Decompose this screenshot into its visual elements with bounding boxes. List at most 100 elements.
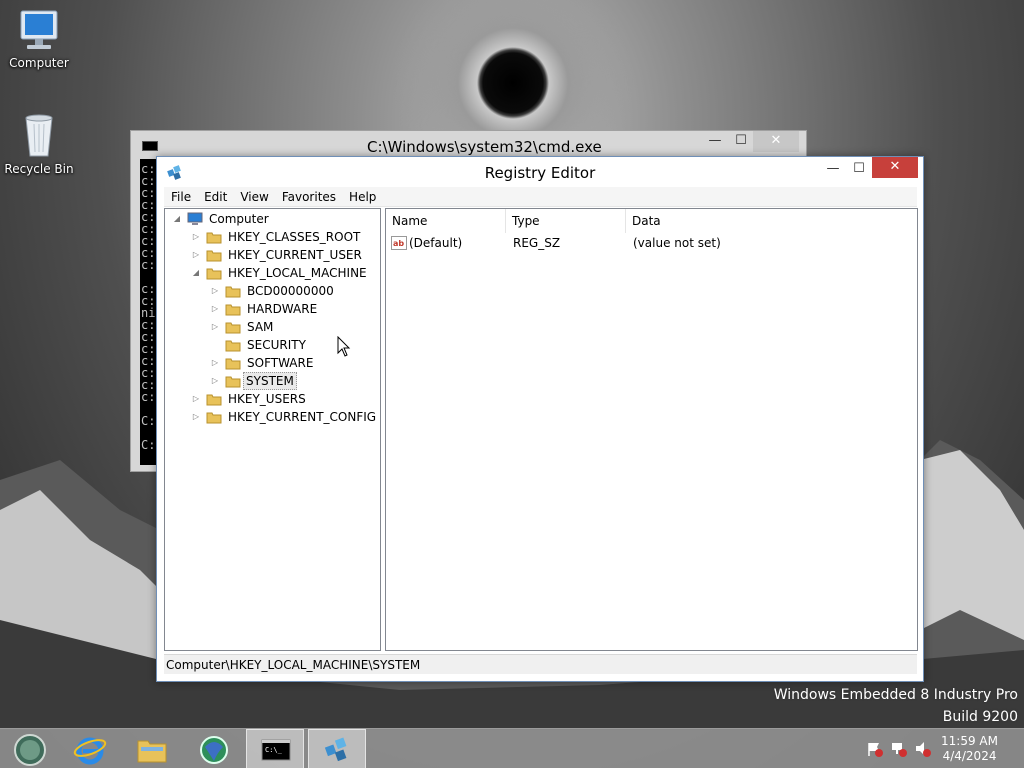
tree-label: BCD00000000 bbox=[247, 284, 334, 298]
tree-node-hkey-classes-root[interactable]: ▷ HKEY_CLASSES_ROOT bbox=[165, 228, 380, 246]
computer-icon bbox=[20, 10, 58, 49]
tree-label: Computer bbox=[209, 212, 269, 226]
column-header-name[interactable]: Name bbox=[386, 209, 506, 233]
expand-toggle[interactable]: ▷ bbox=[191, 228, 201, 246]
expand-toggle[interactable]: ▷ bbox=[191, 390, 201, 408]
clock-time: 11:59 AM bbox=[941, 734, 998, 748]
folder-icon bbox=[225, 304, 241, 316]
menu-file[interactable]: File bbox=[164, 187, 197, 204]
expand-toggle[interactable]: ▷ bbox=[210, 282, 220, 300]
taskbar-registry-editor[interactable] bbox=[308, 729, 366, 768]
expand-toggle[interactable]: ▷ bbox=[191, 408, 201, 426]
expand-toggle[interactable]: ◢ bbox=[191, 264, 201, 282]
tree-node-hkey-current-user[interactable]: ▷ HKEY_CURRENT_USER bbox=[165, 246, 380, 264]
tree-label: HKEY_USERS bbox=[228, 392, 306, 406]
watermark-edition: Windows Embedded 8 Industry Pro bbox=[773, 687, 1018, 703]
tree-label: SECURITY bbox=[247, 338, 306, 352]
svg-text:ab: ab bbox=[393, 239, 404, 248]
tree-node-hkey-current-config[interactable]: ▷ HKEY_CURRENT_CONFIG bbox=[165, 408, 380, 426]
tree-node-hkey-local-machine[interactable]: ◢ HKEY_LOCAL_MACHINE bbox=[165, 264, 380, 282]
folder-icon bbox=[225, 286, 241, 298]
folder-icon bbox=[206, 394, 222, 406]
tree-label: HKEY_CLASSES_ROOT bbox=[228, 230, 361, 244]
expand-toggle[interactable]: ▷ bbox=[210, 354, 220, 372]
menu-favorites[interactable]: Favorites bbox=[275, 187, 342, 204]
expand-toggle[interactable]: ▷ bbox=[210, 300, 220, 318]
tree-label: HKEY_CURRENT_USER bbox=[228, 248, 362, 262]
table-row[interactable]: ab (Default) REG_SZ (value not set) bbox=[390, 234, 916, 252]
expand-toggle[interactable]: ◢ bbox=[172, 210, 182, 228]
registry-tree-pane[interactable]: ◢ Computer ▷ HKEY_CLASSES_ROOT ▷ HKEY_CU… bbox=[164, 208, 381, 651]
folder-icon bbox=[206, 412, 222, 424]
mouse-cursor-icon bbox=[337, 336, 351, 357]
column-header-data[interactable]: Data bbox=[626, 209, 916, 233]
file-explorer-icon bbox=[137, 740, 167, 763]
registry-maximize-button[interactable]: ☐ bbox=[843, 159, 875, 180]
network-icon[interactable] bbox=[890, 741, 908, 757]
cmd-close-button[interactable]: ✕ bbox=[753, 131, 799, 152]
tree-node-sam[interactable]: ▷ SAM bbox=[165, 318, 380, 336]
internet-explorer-icon bbox=[73, 737, 107, 765]
folder-icon bbox=[225, 322, 241, 334]
taskbar-app-globe[interactable] bbox=[184, 729, 242, 768]
cmd-titlebar[interactable]: C:\Windows\system32\cmd.exe — ☐ ✕ bbox=[131, 131, 806, 159]
column-header-type[interactable]: Type bbox=[506, 209, 626, 233]
tree-label-selected: SYSTEM bbox=[243, 372, 297, 390]
status-path: Computer\HKEY_LOCAL_MACHINE\SYSTEM bbox=[166, 658, 421, 672]
tree-label: SAM bbox=[247, 320, 274, 334]
taskbar: C:\_ 11:59 AM 4/4/2024 bbox=[0, 728, 1024, 768]
registry-values-pane[interactable]: Name Type Data ab (Default) REG_SZ (valu… bbox=[385, 208, 918, 651]
desktop-icon-recycle-bin[interactable]: Recycle Bin bbox=[0, 112, 78, 176]
taskbar-clock[interactable]: 11:59 AM 4/4/2024 bbox=[941, 734, 998, 764]
folder-icon bbox=[225, 358, 241, 370]
string-value-icon: ab bbox=[391, 236, 407, 250]
cmd-icon: C:\_ bbox=[261, 739, 291, 761]
value-type: REG_SZ bbox=[513, 236, 561, 250]
desktop-icon-computer[interactable]: Computer bbox=[0, 8, 78, 70]
registry-titlebar[interactable]: Registry Editor — ☐ ✕ bbox=[157, 157, 923, 185]
tree-node-hardware[interactable]: ▷ HARDWARE bbox=[165, 300, 380, 318]
computer-icon bbox=[187, 212, 203, 225]
os-watermark: Windows Embedded 8 Industry Pro Build 92… bbox=[774, 684, 1018, 728]
tree-label: HKEY_CURRENT_CONFIG bbox=[228, 410, 377, 424]
volume-muted-icon[interactable] bbox=[914, 741, 932, 757]
expand-toggle[interactable]: ▷ bbox=[210, 318, 220, 336]
menu-edit[interactable]: Edit bbox=[197, 187, 233, 204]
tree-label: HKEY_LOCAL_MACHINE bbox=[228, 266, 367, 280]
menu-help[interactable]: Help bbox=[342, 187, 382, 204]
tree-label: SOFTWARE bbox=[247, 356, 314, 370]
start-orb-icon bbox=[14, 734, 46, 766]
value-name: (Default) bbox=[409, 236, 463, 250]
cmd-title: C:\Windows\system32\cmd.exe bbox=[367, 138, 602, 156]
taskbar-cmd[interactable]: C:\_ bbox=[246, 729, 304, 768]
tree-node-hkey-users[interactable]: ▷ HKEY_USERS bbox=[165, 390, 380, 408]
taskbar-file-explorer[interactable] bbox=[122, 729, 180, 768]
desktop-icon-label: Recycle Bin bbox=[4, 162, 74, 176]
tree-node-system[interactable]: ▷ SYSTEM bbox=[165, 372, 380, 390]
folder-open-icon bbox=[206, 268, 222, 280]
folder-icon bbox=[206, 232, 222, 244]
taskbar-internet-explorer[interactable] bbox=[60, 729, 118, 768]
registry-editor-icon bbox=[324, 737, 347, 762]
start-button[interactable] bbox=[0, 729, 58, 768]
globe-icon bbox=[200, 736, 228, 764]
folder-icon bbox=[206, 250, 222, 262]
registry-editor-window[interactable]: Registry Editor — ☐ ✕ File Edit View Favori… bbox=[156, 156, 924, 682]
expand-toggle[interactable]: ▷ bbox=[191, 246, 201, 264]
recycle-bin-icon bbox=[25, 114, 53, 157]
system-tray bbox=[862, 729, 942, 768]
desktop-icon-label: Computer bbox=[9, 56, 69, 70]
menu-bar: File Edit View Favorites Help bbox=[164, 187, 917, 207]
folder-icon bbox=[225, 376, 241, 388]
action-center-flag-icon[interactable] bbox=[866, 741, 884, 757]
clock-date: 4/4/2024 bbox=[942, 749, 997, 763]
status-bar: Computer\HKEY_LOCAL_MACHINE\SYSTEM bbox=[164, 654, 917, 674]
registry-close-button[interactable]: ✕ bbox=[872, 157, 918, 178]
expand-toggle[interactable]: ▷ bbox=[210, 372, 220, 390]
tree-node-bcd00000000[interactable]: ▷ BCD00000000 bbox=[165, 282, 380, 300]
tree-node-computer[interactable]: ◢ Computer bbox=[165, 210, 380, 228]
watermark-build: Build 9200 bbox=[942, 709, 1018, 725]
tree-label: HARDWARE bbox=[247, 302, 318, 316]
menu-view[interactable]: View bbox=[233, 187, 274, 204]
value-data: (value not set) bbox=[633, 236, 721, 250]
